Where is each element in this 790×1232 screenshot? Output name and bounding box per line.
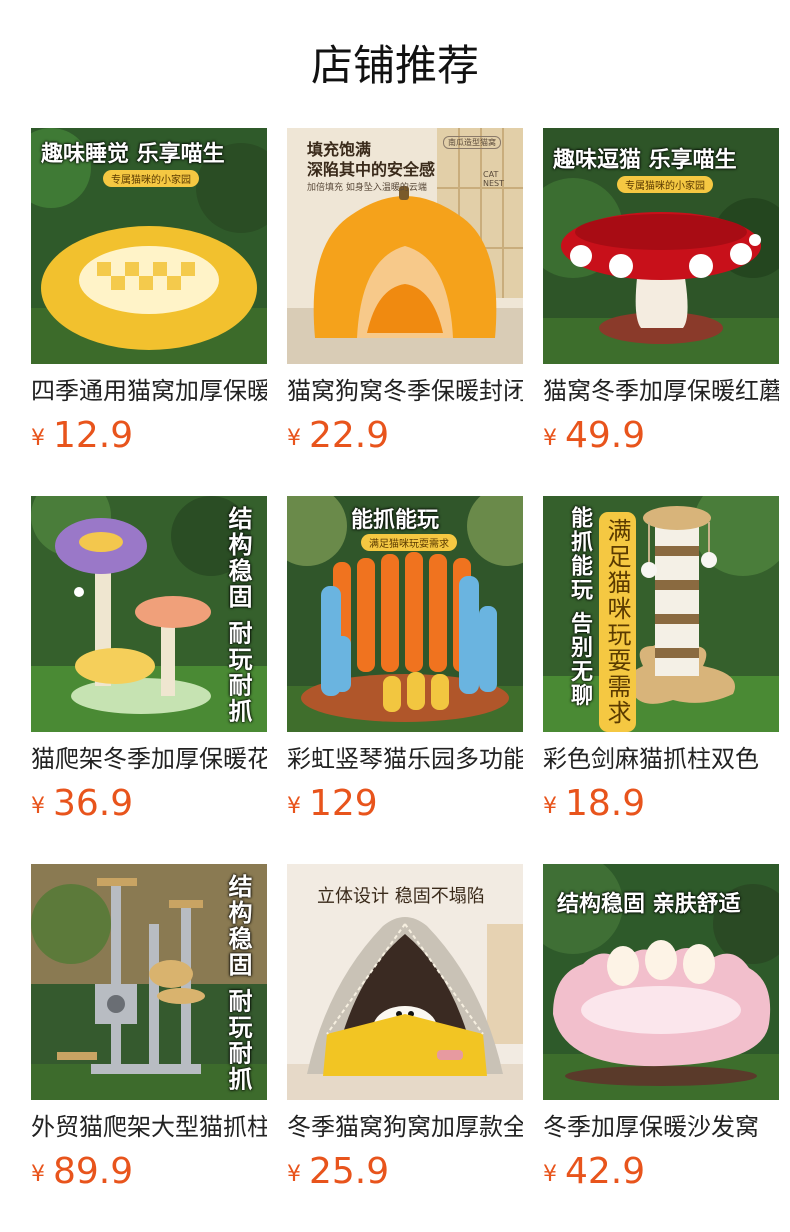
product-price: ¥36.9 [31, 782, 267, 832]
product-name[interactable]: 冬季加厚保暖沙发窝 [543, 1110, 779, 1144]
product-price: ¥22.9 [287, 414, 523, 464]
price-amount: 49.9 [565, 415, 646, 456]
overlay-vertical: 结构稳固 耐玩耐抓 [224, 874, 252, 1093]
currency-symbol: ¥ [543, 426, 557, 451]
overlay-headline: 趣味逗猫 乐享喵生 [553, 148, 737, 173]
overlay-headline: 结构稳固 亲肤舒适 [557, 892, 741, 917]
currency-symbol: ¥ [31, 1162, 45, 1187]
product-price: ¥49.9 [543, 414, 779, 464]
product-price: ¥129 [287, 782, 523, 832]
product-price: ¥25.9 [287, 1150, 523, 1200]
currency-symbol: ¥ [287, 426, 301, 451]
product-price: ¥89.9 [31, 1150, 267, 1200]
product-name[interactable]: 彩虹竖琴猫乐园多功能 [287, 742, 523, 776]
product-image[interactable]: 结构稳固 耐玩耐抓 [31, 496, 267, 732]
product-image[interactable]: 趣味睡觉 乐享喵生 专属猫咪的小家园 [31, 128, 267, 364]
product-image[interactable]: 结构稳固 亲肤舒适 [543, 864, 779, 1100]
page-title: 店铺推荐 [310, 41, 479, 90]
product-name[interactable]: 猫窝狗窝冬季保暖封闭 [287, 374, 523, 408]
price-amount: 129 [309, 783, 378, 824]
product-name[interactable]: 猫爬架冬季加厚保暖花朵 [31, 742, 267, 776]
product-name[interactable]: 彩色剑麻猫抓柱双色 [543, 742, 779, 776]
price-amount: 22.9 [309, 415, 390, 456]
overlay-corner: CAT NEST [483, 170, 505, 188]
overlay-sub: 加倍填充 如身坠入温暖的云端 [307, 183, 427, 193]
product-price: ¥42.9 [543, 1150, 779, 1200]
product-name[interactable]: 四季通用猫窝加厚保暖 [31, 374, 267, 408]
product-image[interactable]: 能抓能玩 满足猫咪玩耍需求 [287, 496, 523, 732]
product-name[interactable]: 外贸猫爬架大型猫抓柱 [31, 1110, 267, 1144]
price-amount: 25.9 [309, 1151, 390, 1192]
product-image[interactable]: 趣味逗猫 乐享喵生 专属猫咪的小家园 [543, 128, 779, 364]
product-image[interactable]: 结构稳固 耐玩耐抓 [31, 864, 267, 1100]
price-amount: 89.9 [53, 1151, 134, 1192]
overlay-vertical: 结构稳固 耐玩耐抓 [224, 506, 252, 725]
product-image[interactable]: 立体设计 稳固不塌陷 [287, 864, 523, 1100]
overlay-tag: 满足猫咪玩耍需求 [361, 534, 457, 551]
overlay-headline: 能抓能玩 [351, 508, 440, 533]
overlay-tag: 满足猫咪玩耍需求 [599, 512, 636, 732]
product-name[interactable]: 冬季猫窝狗窝加厚款全封闭 [287, 1110, 523, 1144]
product-image[interactable]: 能抓能玩 告别无聊 满足猫咪玩耍需求 [543, 496, 779, 732]
price-amount: 42.9 [565, 1151, 646, 1192]
product-price: ¥18.9 [543, 782, 779, 832]
currency-symbol: ¥ [31, 794, 45, 819]
overlay-vertical: 能抓能玩 告别无聊 [567, 506, 592, 708]
overlay-badge: 南瓜造型猫窝 [443, 136, 501, 149]
price-amount: 36.9 [53, 783, 134, 824]
currency-symbol: ¥ [31, 426, 45, 451]
product-price: ¥12.9 [31, 414, 267, 464]
currency-symbol: ¥ [543, 794, 557, 819]
overlay-tag: 专属猫咪的小家园 [617, 176, 713, 193]
price-amount: 12.9 [53, 415, 134, 456]
price-amount: 18.9 [565, 783, 646, 824]
overlay-headline: 趣味睡觉 乐享喵生 [41, 142, 225, 167]
overlay-tag: 专属猫咪的小家园 [103, 170, 199, 187]
currency-symbol: ¥ [543, 1162, 557, 1187]
currency-symbol: ¥ [287, 1162, 301, 1187]
overlay-headline: 立体设计 稳固不塌陷 [317, 886, 485, 907]
product-image[interactable]: 填充饱满 深陷其中的安全感 加倍填充 如身坠入温暖的云端 南瓜造型猫窝 CAT … [287, 128, 523, 364]
product-name[interactable]: 猫窝冬季加厚保暖红蘑菇 [543, 374, 779, 408]
overlay-headline-2: 深陷其中的安全感 [307, 160, 436, 179]
currency-symbol: ¥ [287, 794, 301, 819]
